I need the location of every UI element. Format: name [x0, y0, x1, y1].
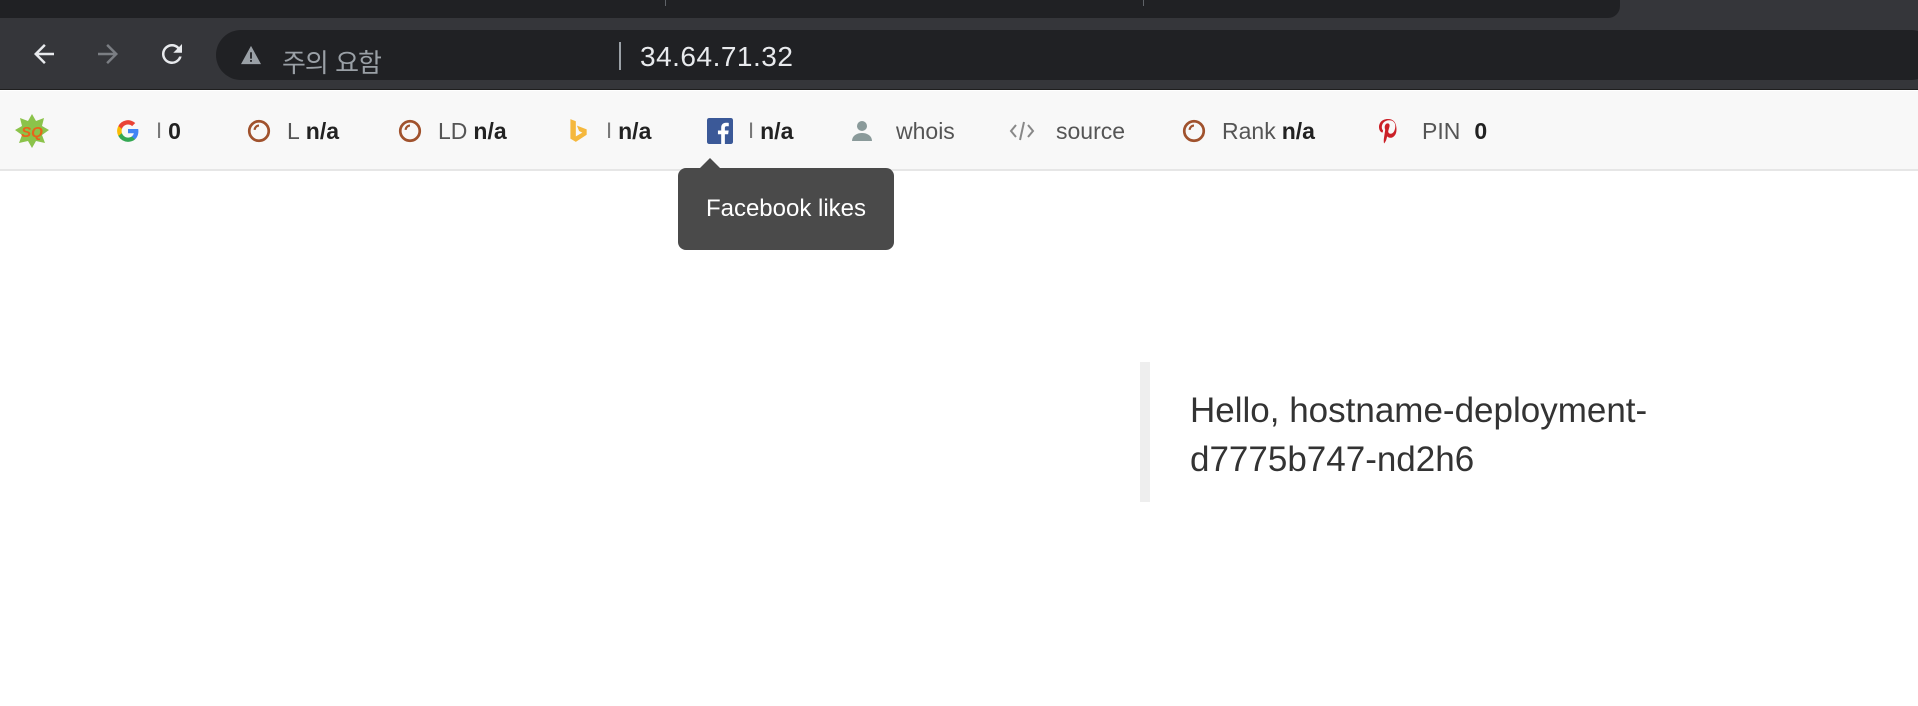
- seo-item-value: n/a: [618, 117, 652, 144]
- reload-button[interactable]: [154, 36, 190, 72]
- seo-bing-index[interactable]: I n/a: [564, 91, 651, 171]
- seo-item-value: 0: [168, 117, 181, 144]
- omnibox-divider: [619, 42, 621, 70]
- facebook-icon: [706, 117, 734, 145]
- svg-text:SQ: SQ: [21, 124, 43, 141]
- seo-pinterest[interactable]: PIN 0: [1374, 91, 1487, 171]
- seo-links[interactable]: L n/a: [245, 91, 339, 171]
- seo-source[interactable]: source: [1008, 91, 1131, 171]
- seo-google-index[interactable]: I 0: [114, 91, 181, 171]
- google-icon: [114, 117, 142, 145]
- warning-icon[interactable]: [240, 45, 262, 65]
- user-icon: [848, 117, 876, 145]
- seo-item-label: L: [287, 117, 300, 144]
- forward-arrow-icon: [98, 44, 118, 64]
- seo-rank[interactable]: Rank n/a: [1180, 91, 1315, 171]
- seo-item-value: n/a: [760, 117, 794, 144]
- code-icon: [1008, 117, 1036, 145]
- seo-item-value: n/a: [305, 117, 340, 144]
- seo-item-label: Rank: [1222, 117, 1276, 144]
- tab-separator: [665, 0, 666, 6]
- seo-item-label: whois: [896, 117, 955, 144]
- tab-separator: [1143, 0, 1144, 6]
- seo-item-label: LD: [438, 117, 468, 144]
- refresh-circle-icon: [245, 117, 273, 145]
- tab-strip: [0, 0, 1918, 18]
- seo-item-value: n/a: [473, 117, 507, 144]
- hostname-message: Hello, hostname-deployment-d7775b747-nd2…: [1190, 391, 1648, 479]
- bing-icon: [564, 117, 592, 145]
- refresh-circle-icon: [396, 117, 424, 145]
- seo-item-value: n/a: [1281, 117, 1315, 144]
- hostname-blockquote: Hello, hostname-deployment-d7775b747-nd2…: [1140, 362, 1740, 502]
- url-text[interactable]: 34.64.71.32: [640, 41, 793, 73]
- address-bar[interactable]: 주의 요함 34.64.71.32: [216, 30, 1918, 80]
- seoquake-bar: SQ I 0 L n/a LD n/a I n/a I n/a whois so…: [0, 91, 1918, 171]
- tab-bar[interactable]: [0, 0, 1620, 18]
- back-button[interactable]: [26, 36, 62, 72]
- seo-whois[interactable]: whois: [848, 91, 961, 171]
- seo-linking-domains[interactable]: LD n/a: [396, 91, 507, 171]
- back-arrow-icon: [34, 44, 54, 64]
- seo-item-label: I: [606, 118, 613, 143]
- seo-item-value: 0: [1474, 117, 1488, 144]
- security-status-label[interactable]: 주의 요함: [282, 43, 382, 80]
- browser-toolbar: 주의 요함 34.64.71.32: [0, 18, 1918, 90]
- facebook-likes-tooltip: Facebook likes: [678, 158, 894, 250]
- refresh-circle-icon: [1180, 117, 1208, 145]
- seo-item-label: PIN: [1422, 117, 1461, 144]
- reload-icon: [161, 43, 182, 64]
- seoquake-logo-icon: SQ: [15, 114, 49, 148]
- pinterest-icon: [1374, 117, 1402, 145]
- seoquake-logo[interactable]: SQ: [14, 91, 50, 171]
- seo-item-label: I: [156, 118, 163, 143]
- seo-item-label: source: [1056, 117, 1126, 144]
- seo-item-label: I: [748, 118, 755, 143]
- forward-button[interactable]: [90, 36, 126, 72]
